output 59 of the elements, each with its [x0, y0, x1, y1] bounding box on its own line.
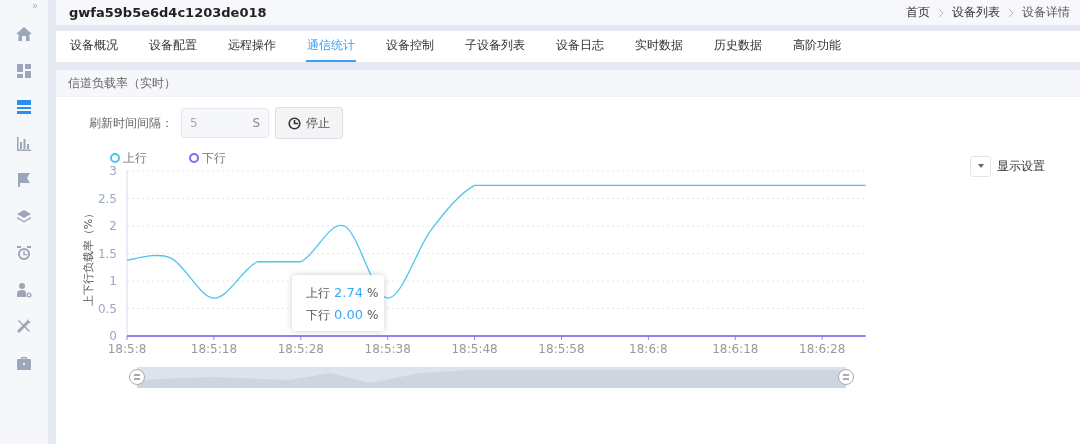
slider-handle[interactable] [129, 369, 145, 385]
slider-handle[interactable] [838, 369, 854, 385]
field-label: 刷新时间间隔： [89, 114, 173, 132]
tab[interactable]: 设备日志 [555, 31, 605, 62]
tooltip-unit: % [366, 307, 379, 324]
y-tick-label: 2 [109, 219, 117, 233]
tab[interactable]: 远程操作 [227, 31, 277, 62]
tab[interactable]: 子设备列表 [464, 31, 526, 62]
tooltip-value: 2.74 [334, 284, 363, 302]
y-tick-label: 0.5 [97, 301, 117, 316]
y-tick-label: 1 [109, 274, 117, 288]
tab[interactable]: 高阶功能 [792, 31, 842, 62]
x-tick-label: 18:5:18 [190, 342, 238, 356]
grid-icon[interactable] [16, 62, 32, 79]
tab[interactable]: 设备概况 [69, 31, 119, 62]
y-axis-title: 上下行负载率（%） [82, 207, 95, 307]
y-tick-label: 1.5 [97, 246, 117, 261]
breadcrumb-link[interactable]: 首页 [906, 5, 930, 20]
flag-icon[interactable] [16, 172, 32, 189]
tab[interactable]: 设备控制 [385, 31, 435, 62]
case-icon[interactable] [16, 354, 32, 371]
clock-icon[interactable] [16, 245, 32, 262]
home-icon[interactable] [16, 26, 32, 43]
chevron-icon [1008, 7, 1014, 18]
tooltip-series: 下行 [306, 307, 330, 324]
stop-button[interactable]: 停止 [275, 107, 343, 139]
x-tick-label: 18:5:28 [277, 342, 324, 356]
display-settings-label: 显示设置 [997, 157, 1045, 175]
y-tick-label: 2.5 [97, 191, 117, 206]
y-tick-label: 0 [109, 329, 117, 343]
legend-item[interactable]: 上行 [110, 149, 147, 167]
x-tick-label: 18:5:38 [364, 342, 411, 356]
range-slider[interactable] [137, 367, 846, 388]
device-title: gwfa59b5e6d4c1203de018 [69, 5, 267, 20]
x-tick-label: 18:6:8 [629, 342, 668, 356]
bars-icon[interactable] [16, 135, 32, 152]
chevron-icon [938, 7, 944, 18]
section-title: 信道负载率（实时） [68, 74, 176, 92]
legend-item[interactable]: 下行 [189, 149, 226, 167]
user-icon[interactable] [16, 281, 32, 298]
tooltip-series: 上行 [306, 285, 330, 302]
x-tick-label: 18:5:8 [107, 342, 147, 356]
dropdown-toggle[interactable] [970, 155, 991, 177]
x-tick-label: 18:5:58 [538, 342, 585, 356]
tab[interactable]: 历史数据 [713, 31, 763, 62]
x-tick-label: 18:5:48 [451, 342, 498, 356]
x-tick-label: 18:6:18 [712, 342, 759, 356]
clock-icon [288, 116, 301, 130]
list-icon[interactable] [16, 99, 32, 116]
tooltip-value: 0.00 [334, 306, 363, 324]
tab[interactable]: 设备配置 [148, 31, 198, 62]
y-tick-label: 3 [109, 165, 117, 178]
tooltip-unit: % [366, 285, 379, 302]
caret-icon [977, 164, 984, 168]
tab[interactable]: 实时数据 [634, 31, 684, 62]
tools-icon[interactable] [16, 318, 32, 335]
x-tick-label: 18:6:28 [799, 342, 846, 356]
layers-icon[interactable] [16, 208, 32, 225]
breadcrumb-link[interactable]: 设备列表 [952, 5, 1000, 20]
